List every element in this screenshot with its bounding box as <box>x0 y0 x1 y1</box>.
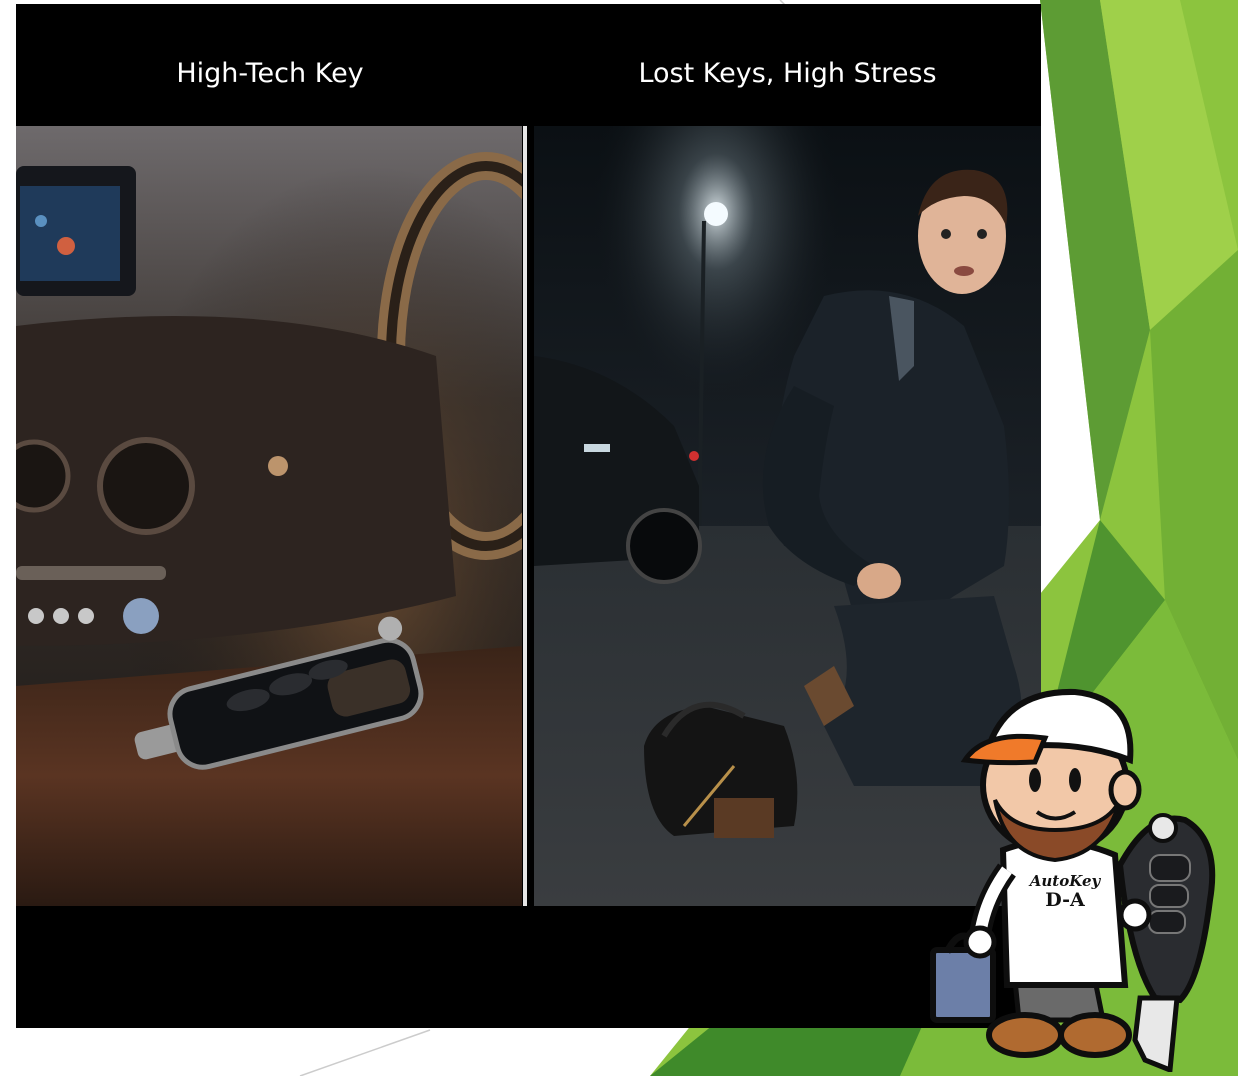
panel-divider <box>523 126 527 906</box>
left-panel-title: High-Tech Key <box>176 58 364 89</box>
comparison-panel: High-Tech Key Lost Keys, High Stress <box>16 4 1041 1028</box>
car-key-icon <box>1116 813 1216 1072</box>
autokey-mascot-logo: AutoKey D-A <box>930 688 1216 1072</box>
mascot-brand-line2: D-A <box>1045 889 1085 911</box>
right-panel-title: Lost Keys, High Stress <box>638 58 937 89</box>
car-key-photo <box>16 126 522 906</box>
mascot-brand-line1: AutoKey <box>1028 872 1102 890</box>
